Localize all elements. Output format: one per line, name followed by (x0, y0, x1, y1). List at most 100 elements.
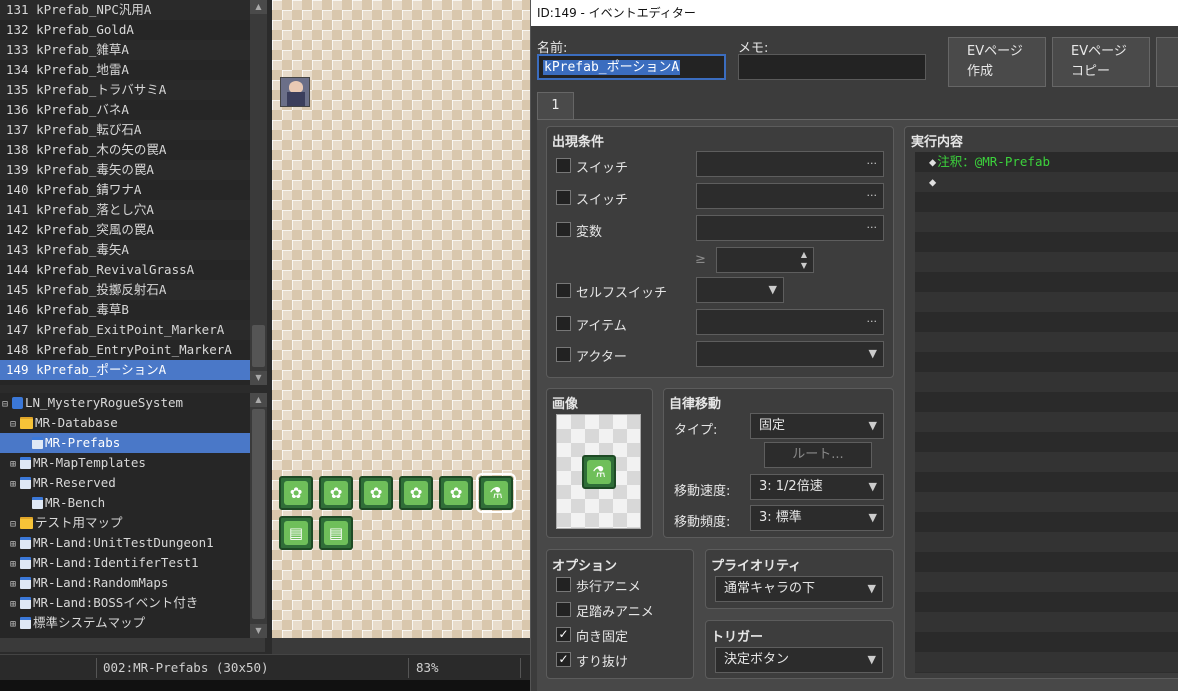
scroll-event-tile[interactable]: ▤ (319, 516, 353, 550)
event-list-item[interactable]: 147 kPrefab_ExitPoint_MarkerA (0, 320, 250, 340)
command-row[interactable] (915, 312, 1178, 332)
event-list-item[interactable]: 134 kPrefab_地雷A (0, 60, 250, 80)
command-row[interactable] (915, 272, 1178, 292)
command-row[interactable] (915, 632, 1178, 652)
command-row[interactable] (915, 652, 1178, 672)
scroll-thumb[interactable] (252, 409, 265, 619)
map-tree-hscrollbar[interactable] (0, 638, 265, 652)
command-row[interactable] (915, 232, 1178, 252)
event-list-scrollbar[interactable]: ▲ ▼ (250, 0, 267, 385)
expand-icon[interactable]: ⊞ (10, 455, 20, 475)
map-tree-item[interactable]: MR-Prefabs (0, 433, 250, 453)
collapse-icon[interactable]: ⊟ (10, 415, 20, 435)
map-tree-item[interactable]: ⊞ MR-Land:BOSSイベント付き (0, 593, 250, 613)
direction-fix-checkbox[interactable]: ✓ (556, 627, 571, 642)
scroll-event-tile[interactable]: ▤ (279, 516, 313, 550)
command-row[interactable] (915, 352, 1178, 372)
switch1-select[interactable]: ··· (696, 151, 884, 177)
map-tree-item[interactable]: ⊞ MR-Land:IdentiferTest1 (0, 553, 250, 573)
command-row[interactable] (915, 372, 1178, 392)
self-switch-select[interactable]: ▼ (696, 277, 784, 303)
priority-select[interactable]: 通常キャラの下 ▼ (715, 576, 883, 602)
scroll-down-icon[interactable]: ▼ (250, 624, 267, 638)
speed-select[interactable]: 3: 1/2倍速 ▼ (750, 474, 884, 500)
item-checkbox[interactable] (556, 316, 571, 331)
command-list[interactable]: ◆注釈：@MR-Prefab ◆ (915, 152, 1178, 673)
expand-icon[interactable]: ⊞ (10, 475, 20, 495)
event-list-item[interactable]: 144 kPrefab_RevivalGrassA (0, 260, 250, 280)
command-row[interactable] (915, 492, 1178, 512)
map-tree-item[interactable]: ⊞ MR-MapTemplates (0, 453, 250, 473)
event-list-item[interactable]: 139 kPrefab_毒矢の罠A (0, 160, 250, 180)
event-list-item[interactable]: 146 kPrefab_毒草B (0, 300, 250, 320)
map-tree-item[interactable]: ⊟ LN_MysteryRogueSystem (0, 393, 250, 413)
map-tree-item[interactable]: ⊟ テスト用マップ (0, 513, 250, 533)
new-page-button[interactable]: EVページ 作成 (948, 37, 1046, 87)
command-row[interactable] (915, 252, 1178, 272)
switch2-checkbox[interactable] (556, 190, 571, 205)
command-row[interactable] (915, 512, 1178, 532)
command-row[interactable]: ◆ (915, 172, 1178, 192)
scroll-up-icon[interactable]: ▲ (250, 393, 267, 407)
command-row[interactable] (915, 572, 1178, 592)
tab-page-1[interactable]: 1 (537, 92, 574, 120)
memo-input[interactable] (738, 54, 926, 80)
event-list-item[interactable]: 137 kPrefab_転び石A (0, 120, 250, 140)
expand-icon[interactable]: ⊞ (10, 575, 20, 595)
through-checkbox[interactable]: ✓ (556, 652, 571, 667)
map-tree-item[interactable]: ⊞ MR-Land:UnitTestDungeon1 (0, 533, 250, 553)
scroll-thumb[interactable] (252, 325, 265, 367)
spinner-arrows-icon[interactable]: ▲ ▼ (801, 249, 807, 271)
item-select[interactable]: ··· (696, 309, 884, 335)
map-tree-item[interactable]: MR-Bench (0, 493, 250, 513)
command-row[interactable] (915, 292, 1178, 312)
command-row[interactable] (915, 192, 1178, 212)
event-list-item[interactable]: 140 kPrefab_錆ワナA (0, 180, 250, 200)
event-list-item[interactable]: 136 kPrefab_バネA (0, 100, 250, 120)
command-row[interactable] (915, 612, 1178, 632)
map-tree-item[interactable]: ⊟ MR-Database (0, 413, 250, 433)
herb-event-tile[interactable]: ✿ (439, 476, 473, 510)
map-canvas[interactable]: ✿ ✿ ✿ ✿ ✿ ⚗ ▤ ▤ (272, 0, 530, 638)
expand-icon[interactable]: ⊞ (10, 535, 20, 555)
event-list-item[interactable]: 133 kPrefab_雑草A (0, 40, 250, 60)
scroll-up-icon[interactable]: ▲ (250, 0, 267, 14)
collapse-icon[interactable]: ⊟ (2, 395, 12, 415)
herb-event-tile[interactable]: ✿ (399, 476, 433, 510)
actor-checkbox[interactable] (556, 347, 571, 362)
command-row[interactable] (915, 552, 1178, 572)
walk-anime-checkbox[interactable] (556, 577, 571, 592)
command-row[interactable] (915, 212, 1178, 232)
potion-event-tile[interactable]: ⚗ (476, 473, 516, 513)
route-button[interactable]: ルート... (764, 442, 872, 468)
paste-page-button[interactable] (1156, 37, 1178, 87)
map-tree-item[interactable]: ⊞ 標準システムマップ (0, 613, 250, 633)
expand-icon[interactable]: ⊞ (10, 555, 20, 575)
event-list-item[interactable]: 135 kPrefab_トラバサミA (0, 80, 250, 100)
herb-event-tile[interactable]: ✿ (359, 476, 393, 510)
switch1-checkbox[interactable] (556, 158, 571, 173)
event-list-item[interactable]: 131 kPrefab_NPC汎用A (0, 0, 250, 20)
event-list-item[interactable]: 145 kPrefab_投擲反射石A (0, 280, 250, 300)
event-list-item[interactable]: 148 kPrefab_EntryPoint_MarkerA (0, 340, 250, 360)
event-list-item[interactable]: 132 kPrefab_GoldA (0, 20, 250, 40)
command-row[interactable] (915, 412, 1178, 432)
copy-page-button[interactable]: EVページ コピー (1052, 37, 1150, 87)
map-hscrollbar[interactable] (272, 638, 530, 654)
actor-select[interactable]: ▼ (696, 341, 884, 367)
variable-checkbox[interactable] (556, 222, 571, 237)
expand-icon[interactable]: ⊞ (10, 615, 20, 635)
herb-event-tile[interactable]: ✿ (279, 476, 313, 510)
frequency-select[interactable]: 3: 標準 ▼ (750, 505, 884, 531)
event-list-item[interactable]: 142 kPrefab_突風の罠A (0, 220, 250, 240)
command-row[interactable] (915, 392, 1178, 412)
self-switch-checkbox[interactable] (556, 283, 571, 298)
map-tree-item[interactable]: ⊞ MR-Land:RandomMaps (0, 573, 250, 593)
expand-icon[interactable]: ⊞ (10, 595, 20, 615)
map-tree-item[interactable]: ⊞ MR-Reserved (0, 473, 250, 493)
event-list-item[interactable]: 143 kPrefab_毒矢A (0, 240, 250, 260)
scroll-down-icon[interactable]: ▼ (250, 371, 267, 385)
variable-select[interactable]: ··· (696, 215, 884, 241)
command-row[interactable] (915, 472, 1178, 492)
herb-event-tile[interactable]: ✿ (319, 476, 353, 510)
